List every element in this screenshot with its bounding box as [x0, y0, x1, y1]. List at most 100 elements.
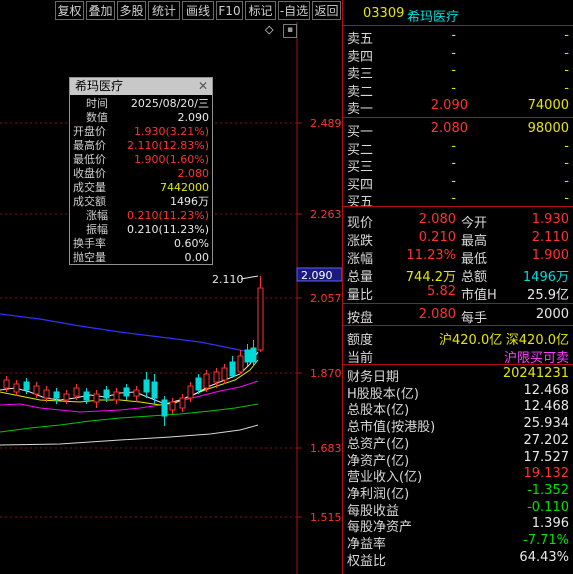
tooltip-key: 最低价: [73, 153, 106, 166]
tooltip-titlebar: 希玛医疗 ✕: [70, 78, 212, 95]
finance-value: 27.202: [523, 432, 570, 448]
order-volume: -: [564, 173, 569, 189]
candle[interactable]: [237, 355, 244, 373]
order-volume: -: [564, 80, 569, 96]
tooltip-row: 最高价 2.110(12.83%): [70, 139, 212, 153]
candle[interactable]: [229, 361, 236, 377]
market-cap-label: 市值H: [461, 288, 497, 303]
order-price: -: [451, 191, 456, 206]
candle[interactable]: [187, 385, 194, 399]
finance-value: 12.468: [523, 382, 570, 398]
tooltip-row: 抛空量 0.00: [70, 251, 212, 265]
candle[interactable]: [143, 379, 150, 393]
ma-long-line: [0, 313, 259, 355]
candle[interactable]: [169, 401, 176, 411]
candle[interactable]: [33, 385, 40, 395]
mark-button[interactable]: 标记: [245, 1, 276, 20]
tooltip-row: 振幅 0.210(11.23%): [70, 223, 212, 237]
candle[interactable]: [151, 381, 158, 399]
candle[interactable]: [83, 391, 90, 401]
candle[interactable]: [257, 287, 264, 351]
price-tick-label: 1.683: [310, 442, 342, 455]
tooltip-key: 涨幅: [86, 209, 108, 222]
candle[interactable]: [3, 379, 10, 389]
candle[interactable]: [93, 393, 100, 403]
quota-sz-value: 深420.0亿: [505, 333, 569, 348]
candle[interactable]: [244, 349, 251, 363]
candle[interactable]: [43, 389, 50, 399]
order-price: 2.090: [430, 98, 468, 113]
price-tick-label: 1.870: [310, 367, 342, 380]
tooltip-key: 成交额: [73, 195, 106, 208]
candle[interactable]: [161, 399, 168, 417]
order-volume: 98000: [527, 121, 569, 136]
candle[interactable]: [203, 373, 210, 389]
price-tick-label: 2.263: [310, 208, 342, 221]
candle[interactable]: [133, 389, 140, 397]
tooltip-key: 振幅: [86, 223, 108, 236]
order-volume: 74000: [527, 98, 569, 113]
tooltip-row: 成交额 1496万: [70, 195, 212, 209]
candle[interactable]: [103, 389, 110, 399]
order-price: 2.080: [430, 121, 468, 136]
tooltip-value: 0.210(11.23%): [126, 223, 209, 236]
candle[interactable]: [113, 391, 120, 401]
finance-value: 12.468: [523, 399, 570, 415]
f10-button[interactable]: F10: [216, 1, 243, 20]
open-label: 今开: [461, 216, 488, 231]
auction-value: 2.080: [418, 307, 456, 322]
overlay-button[interactable]: 叠加: [86, 1, 115, 20]
restore-rights-button[interactable]: 复权: [55, 1, 84, 20]
statistics-button[interactable]: 统计: [148, 1, 180, 20]
candle[interactable]: [23, 381, 30, 391]
now-price-value: 2.080: [418, 212, 456, 227]
order-price: -: [451, 63, 456, 78]
back-button[interactable]: 返回: [312, 1, 341, 20]
order-level-label: 买三: [347, 160, 374, 175]
finance-value: -7.71%: [523, 533, 569, 548]
candle[interactable]: [195, 377, 202, 391]
diamond-icon[interactable]: ◇: [265, 23, 274, 36]
order-level-label: 买二: [347, 142, 374, 158]
peak-pointer: [240, 275, 259, 280]
order-level-label: 买五: [347, 195, 374, 210]
open-value: 1.930: [531, 212, 569, 227]
expand-icon[interactable]: ▪: [283, 24, 297, 38]
candle[interactable]: [13, 383, 20, 393]
add-watchlist-button[interactable]: -自选: [278, 1, 310, 20]
tooltip-title: 希玛医疗: [75, 79, 124, 93]
order-level-label: 卖五: [347, 32, 374, 47]
order-level-label: 卖三: [347, 67, 374, 82]
order-volume: -: [564, 138, 569, 154]
finance-value: 64.43%: [519, 549, 569, 565]
lot-size-label: 每手: [461, 311, 488, 326]
tooltip-row: 涨幅 0.210(11.23%): [70, 209, 212, 223]
order-price: -: [451, 45, 456, 61]
tooltip-key: 最高价: [73, 139, 106, 152]
candle[interactable]: [213, 371, 220, 383]
draw-line-button[interactable]: 画线: [182, 1, 214, 20]
candle[interactable]: [123, 387, 130, 397]
candle[interactable]: [73, 387, 80, 397]
price-tick-label: 1.515: [310, 511, 342, 524]
amount-label: 总额: [461, 270, 488, 285]
candle[interactable]: [250, 347, 257, 363]
finance-value: 25.934: [523, 416, 570, 432]
candle[interactable]: [53, 391, 60, 399]
volume-ratio-value: 5.82: [427, 284, 456, 299]
candle[interactable]: [179, 397, 186, 409]
order-volume: -: [564, 45, 569, 61]
candle[interactable]: [221, 367, 228, 381]
quota-sh-value: 沪420.0亿: [439, 333, 503, 348]
multi-stock-button[interactable]: 多股: [117, 1, 146, 20]
pct-value: 11.23%: [406, 248, 456, 263]
finance-value: 20241231: [502, 366, 569, 381]
order-price: -: [451, 80, 456, 96]
close-icon[interactable]: ✕: [198, 78, 208, 95]
candle[interactable]: [63, 393, 70, 401]
tooltip-key: 抛空量: [73, 251, 106, 264]
tooltip-row: 开盘价 1.930(3.21%): [70, 125, 212, 139]
current-price-tag: 2.090: [301, 269, 333, 282]
low-value: 1.900: [531, 248, 569, 263]
order-price: -: [451, 156, 456, 171]
